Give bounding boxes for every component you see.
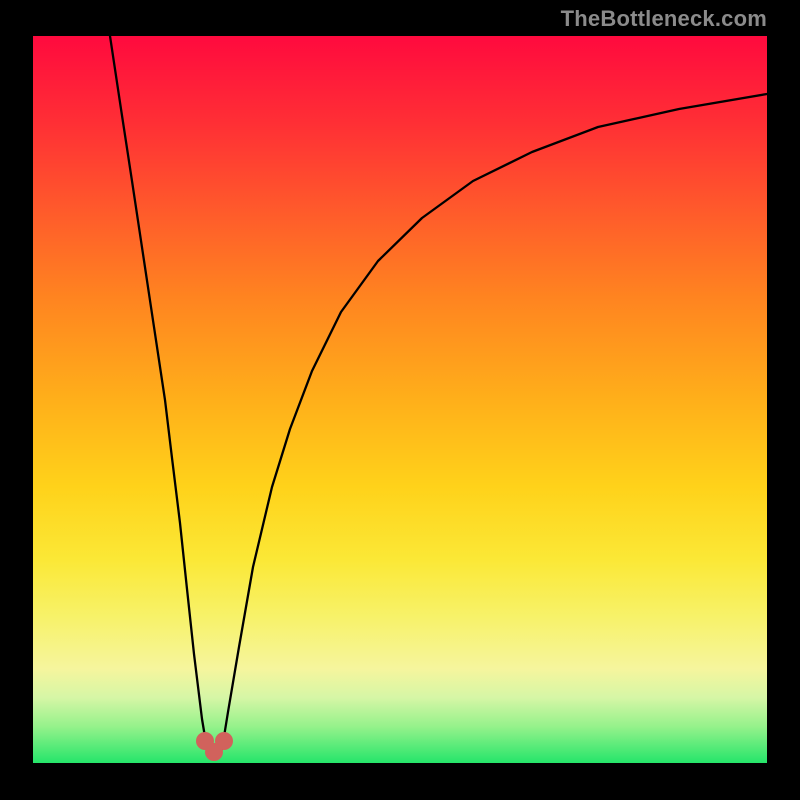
bottom-right-dot <box>215 732 233 750</box>
watermark-text: TheBottleneck.com <box>561 6 767 32</box>
right-branch-line <box>222 94 767 749</box>
chart-svg <box>33 36 767 763</box>
chart-frame: TheBottleneck.com <box>0 0 800 800</box>
left-branch-line <box>110 36 207 749</box>
